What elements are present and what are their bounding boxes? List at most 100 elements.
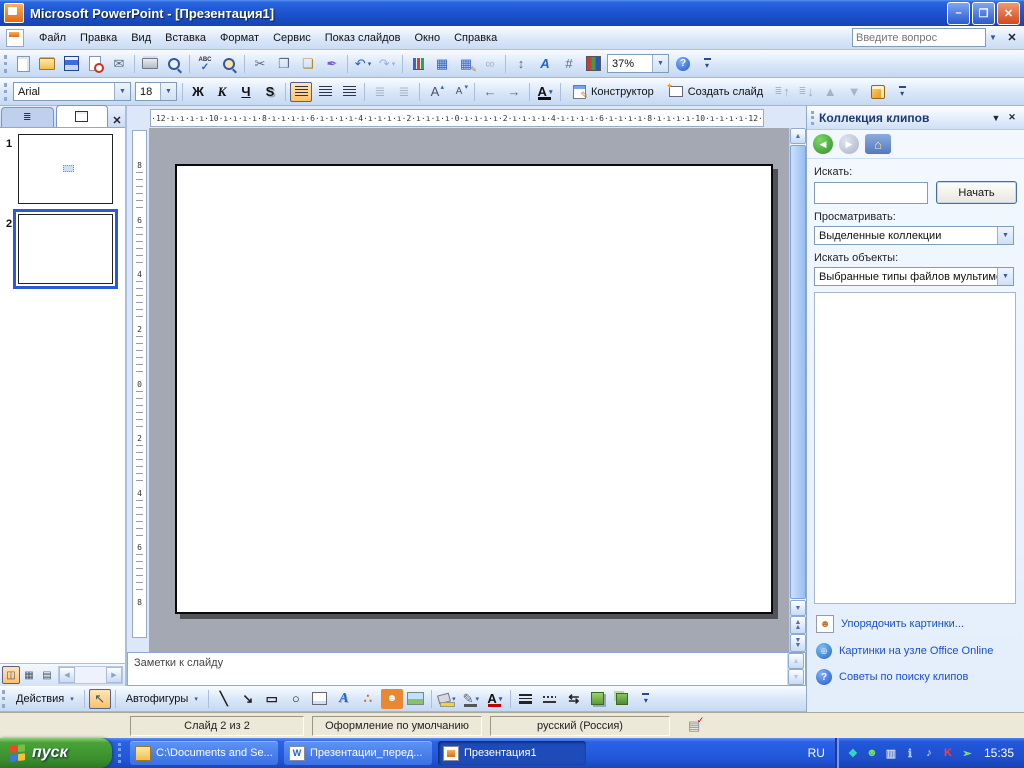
font-name-dropdown-icon[interactable]: ▼ <box>114 83 130 100</box>
start-button[interactable]: пуск <box>0 738 112 768</box>
increase-indent-button[interactable]: → <box>503 82 525 102</box>
home-button[interactable]: ⌂ <box>865 134 891 154</box>
menu-item-5[interactable]: Формат <box>213 29 266 47</box>
tray-icon-messenger[interactable]: ☻ <box>864 745 880 761</box>
clipart-icon[interactable]: ☻ <box>380 688 403 709</box>
bold-button[interactable]: Ж <box>187 82 209 102</box>
permission-icon[interactable] <box>84 54 106 74</box>
scroll-left-icon[interactable]: ◀ <box>59 667 75 683</box>
font-name-combo[interactable]: Arial ▼ <box>13 82 131 101</box>
restore-button[interactable]: ❐ <box>972 1 995 25</box>
next-slide-button[interactable]: ▼ ▼ <box>790 634 806 652</box>
save-icon[interactable] <box>60 54 82 74</box>
align-right-button[interactable] <box>338 82 360 102</box>
collections-combo[interactable]: Выделенные коллекции ▼ <box>814 226 1014 245</box>
wordart-icon[interactable]: A <box>333 689 355 709</box>
paste-icon[interactable]: ❏ <box>297 54 319 74</box>
taskbar-button-2[interactable]: W Презентации_перед... <box>284 741 432 765</box>
insert-table-icon[interactable]: ▦ <box>431 54 453 74</box>
align-center-button[interactable] <box>314 82 336 102</box>
help-icon[interactable] <box>672 54 694 74</box>
3d-style-icon[interactable] <box>611 689 633 709</box>
tables-borders-icon[interactable]: ▦ <box>455 54 477 74</box>
previous-slide-button[interactable]: ▲ ▲ <box>790 616 806 634</box>
line-color-icon[interactable]: ✎ ▾ <box>460 689 482 709</box>
close-panel-icon[interactable]: ✕ <box>109 114 125 127</box>
tab-outline[interactable]: ≣ <box>1 107 54 127</box>
menu-item-6[interactable]: Сервис <box>266 29 318 47</box>
decrease-font-button[interactable]: A <box>448 82 470 102</box>
diagram-icon[interactable]: ∴ <box>357 689 379 709</box>
increase-font-button[interactable]: A <box>424 82 446 102</box>
menu-item-2[interactable]: Правка <box>73 29 124 47</box>
text-box-icon[interactable] <box>309 689 331 709</box>
fill-color-icon[interactable]: ▾ <box>436 689 458 709</box>
media-types-combo[interactable]: Выбранные типы файлов мультиме ▼ <box>814 267 1014 286</box>
color-grayscale-icon[interactable] <box>582 54 604 74</box>
dropdown-arrow-icon[interactable]: ▾ <box>392 60 396 68</box>
copy-icon[interactable]: ❐ <box>273 54 295 74</box>
print-icon[interactable] <box>139 54 161 74</box>
menu-item-8[interactable]: Окно <box>408 29 448 47</box>
underline-button[interactable]: Ч <box>235 82 257 102</box>
spelling-icon[interactable]: ✓ <box>194 54 216 74</box>
font-color-button[interactable]: A ▾ <box>534 82 556 102</box>
taskbar-button-1[interactable]: C:\Documents and Se... <box>130 741 278 765</box>
toolbar-options-icon[interactable]: ▾ <box>635 689 657 709</box>
tray-icon-info[interactable]: ℹ <box>902 745 918 761</box>
undo-icon[interactable]: ↶ ▾ <box>352 54 374 74</box>
slideshow-button[interactable]: ▤ <box>38 666 56 684</box>
task-pane-close-icon[interactable]: ✕ <box>1004 110 1020 126</box>
notes-scroll-down-icon[interactable]: ▼ <box>788 669 804 685</box>
notes-scroll-up-icon[interactable]: ▲ <box>788 653 804 669</box>
arrow-icon[interactable]: ↘ <box>237 689 259 709</box>
insert-chart-icon[interactable] <box>407 54 429 74</box>
dropdown-arrow-icon[interactable]: ▾ <box>452 695 456 703</box>
toolbar-grip[interactable] <box>4 54 7 73</box>
menu-item-3[interactable]: Вид <box>124 29 158 47</box>
slide-canvas[interactable] <box>175 164 773 614</box>
tray-icon-network[interactable]: ▥ <box>883 745 899 761</box>
task-pane-dropdown-icon[interactable]: ▼ <box>988 110 1004 126</box>
cut-icon[interactable]: ✂ <box>249 54 271 74</box>
show-formatting-icon[interactable]: A <box>534 54 556 74</box>
align-left-button[interactable] <box>290 81 312 102</box>
dropdown-arrow-icon[interactable]: ▾ <box>368 60 372 68</box>
select-objects-icon[interactable]: ↖ <box>88 688 111 709</box>
tray-icon-kaspersky[interactable]: K <box>940 745 956 761</box>
scroll-right-icon[interactable]: ▶ <box>106 667 122 683</box>
tray-icon-agent[interactable]: ❖ <box>845 745 861 761</box>
notes-scrollbar[interactable]: ▲ ▼ <box>787 653 805 685</box>
arrow-style-icon[interactable]: ⇆ <box>563 689 585 709</box>
design-button[interactable]: Конструктор <box>565 83 660 102</box>
back-button[interactable]: ◀ <box>813 134 833 154</box>
menu-item-4[interactable]: Вставка <box>158 29 213 47</box>
media-types-dropdown-icon[interactable]: ▼ <box>997 268 1013 285</box>
collections-dropdown-icon[interactable]: ▼ <box>997 227 1013 244</box>
start-search-button[interactable]: Начать <box>936 181 1017 204</box>
scroll-down-icon[interactable]: ▼ <box>790 600 806 616</box>
shadow-button[interactable]: S <box>259 82 281 102</box>
open-icon[interactable] <box>36 54 58 74</box>
shadow-style-icon[interactable] <box>587 689 609 709</box>
language-indicator[interactable]: RU <box>798 746 835 760</box>
toolbar-options-icon[interactable]: ▾ <box>891 82 913 102</box>
italic-button[interactable]: К <box>211 82 233 102</box>
tray-icon-volume[interactable]: ♪ <box>921 745 937 761</box>
slide-design-icon[interactable] <box>867 82 889 102</box>
menu-item-1[interactable]: Файл <box>32 29 73 47</box>
notes-placeholder[interactable]: Заметки к слайду <box>128 653 787 685</box>
new-document-icon[interactable] <box>12 54 34 74</box>
dash-style-icon[interactable] <box>539 689 561 709</box>
picture-icon[interactable] <box>405 689 427 709</box>
font-size-combo[interactable]: 18 ▼ <box>135 82 177 101</box>
search-input[interactable] <box>814 181 928 204</box>
quick-launch-separator[interactable] <box>118 743 121 763</box>
font-color-icon[interactable]: A ▾ <box>484 689 506 709</box>
normal-view-button[interactable]: ◫ <box>2 666 20 684</box>
toolbar-grip[interactable] <box>4 82 7 101</box>
mail-recipient-icon[interactable]: ✉ <box>108 54 130 74</box>
dropdown-arrow-icon[interactable]: ▾ <box>549 88 553 96</box>
autoshapes-button[interactable]: Автофигуры ▾ <box>120 692 204 706</box>
toolbar-options-icon[interactable]: ▾ <box>696 54 718 74</box>
